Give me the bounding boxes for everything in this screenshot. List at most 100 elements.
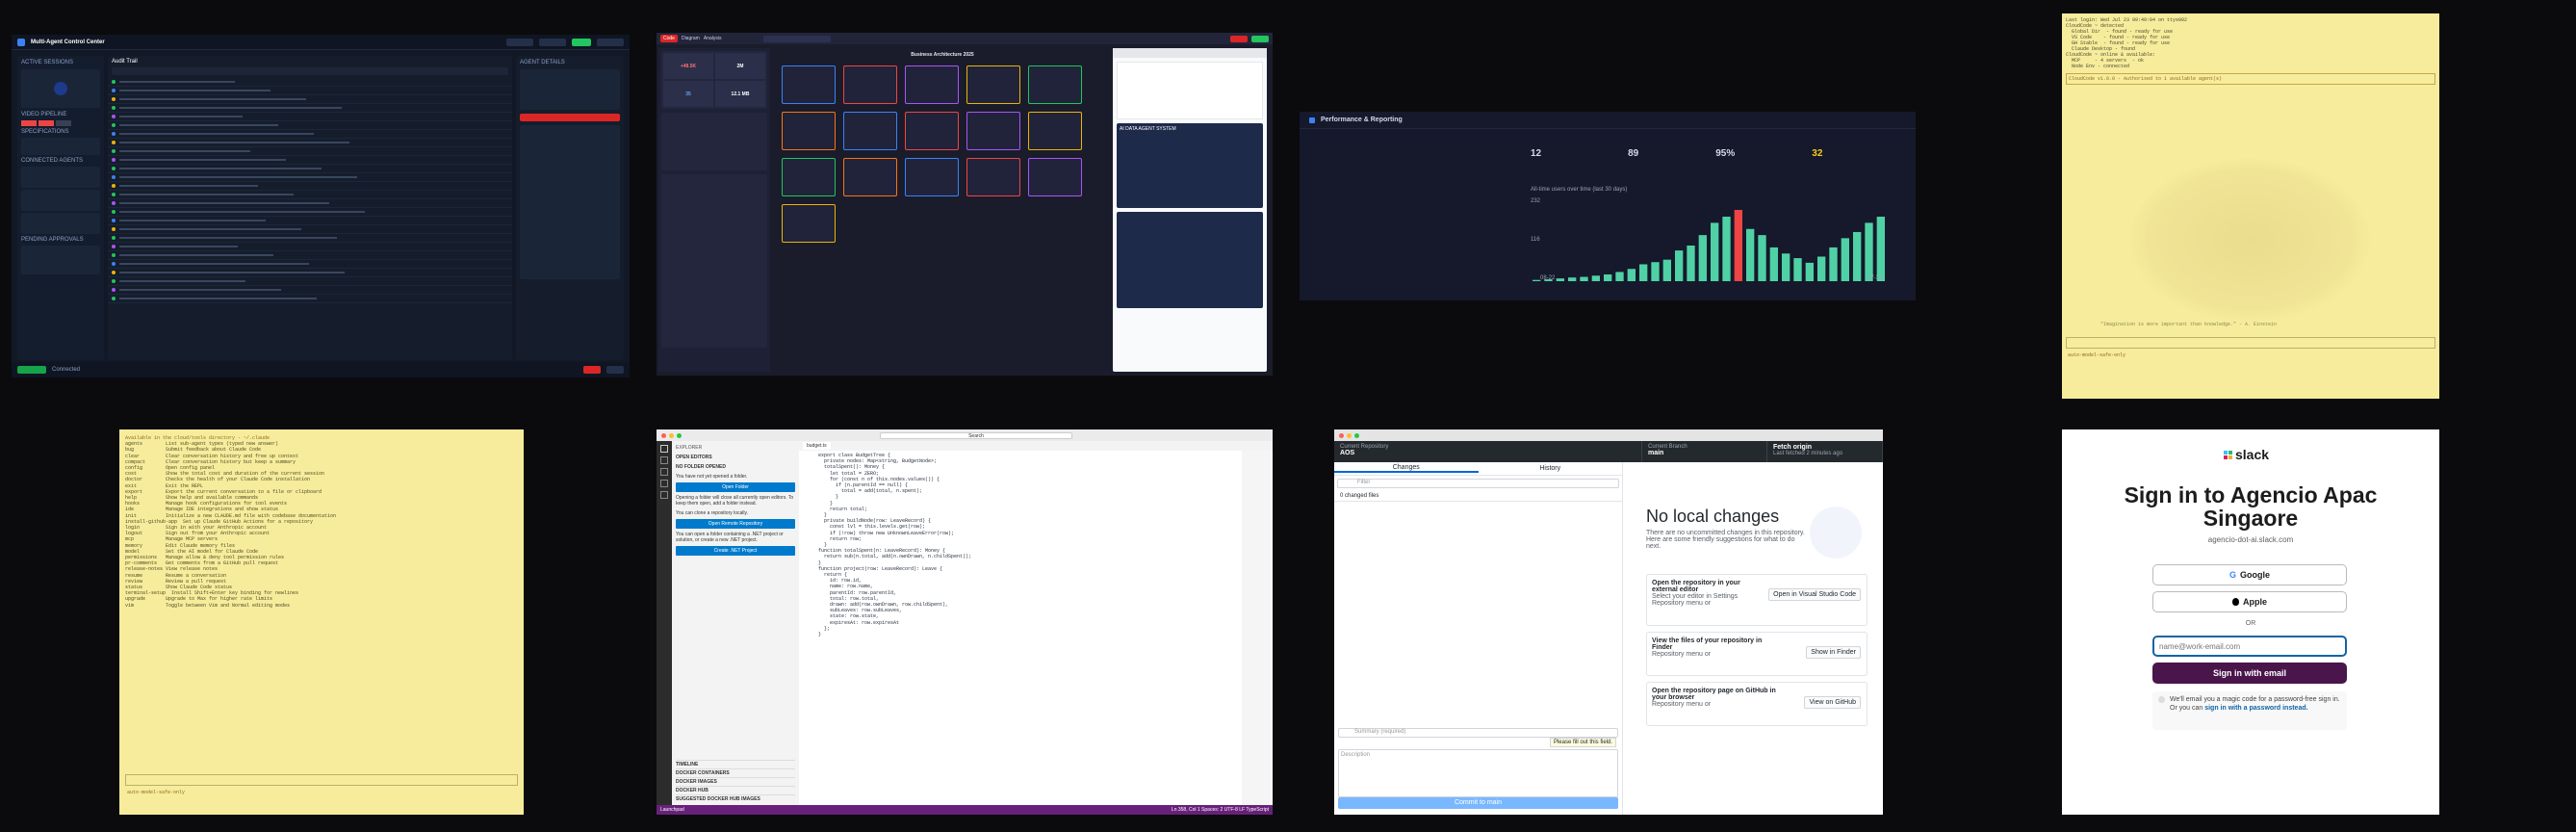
- log-row[interactable]: [108, 191, 512, 199]
- architecture-node[interactable]: [966, 112, 1020, 150]
- open-folder-button[interactable]: Open Folder: [676, 482, 795, 492]
- log-row[interactable]: [108, 277, 512, 286]
- alert-button[interactable]: [520, 114, 620, 121]
- status-info[interactable]: Ln 358, Col 1 Spaces: 2 UTF-8 LF TypeScr…: [1172, 807, 1269, 813]
- sidebar-section[interactable]: DOCKER IMAGES: [676, 777, 795, 786]
- tab[interactable]: Diagram: [682, 36, 700, 41]
- log-row[interactable]: [108, 78, 512, 87]
- search-input[interactable]: [763, 35, 832, 42]
- current-branch[interactable]: Current Branch main: [1642, 441, 1767, 462]
- editor-area[interactable]: budget.ts export class BudgetTree { priv…: [799, 441, 1273, 805]
- status-branch[interactable]: Launchpad: [660, 807, 684, 813]
- stop-button[interactable]: [583, 366, 601, 374]
- log-row[interactable]: [108, 217, 512, 225]
- open-remote-button[interactable]: Open Remote Repository: [676, 519, 795, 529]
- tab-history[interactable]: History: [1479, 465, 1623, 472]
- log-row[interactable]: [108, 260, 512, 269]
- log-row[interactable]: [108, 121, 512, 130]
- log-row[interactable]: [108, 269, 512, 277]
- architecture-node[interactable]: [966, 65, 1020, 104]
- summary-input[interactable]: Summary (required): [1338, 728, 1618, 738]
- architecture-node[interactable]: [782, 158, 836, 196]
- log-row[interactable]: [108, 87, 512, 95]
- toolbar-button[interactable]: [597, 38, 624, 46]
- log-row[interactable]: [108, 139, 512, 147]
- connect-button[interactable]: [17, 366, 46, 374]
- close-window-icon[interactable]: [661, 432, 666, 438]
- open-editor-button[interactable]: Open in Visual Studio Code: [1768, 588, 1861, 601]
- pause-button[interactable]: [56, 120, 71, 126]
- agent-card[interactable]: [21, 213, 100, 234]
- architecture-node[interactable]: [843, 158, 897, 196]
- architecture-node[interactable]: [966, 158, 1020, 196]
- architecture-node[interactable]: [782, 112, 836, 150]
- password-signin-link[interactable]: sign in with a password instead.: [2204, 705, 2307, 712]
- section-header[interactable]: NO FOLDER OPENED: [676, 464, 795, 470]
- command-center-search[interactable]: Search: [880, 431, 1072, 439]
- log-row[interactable]: [108, 208, 512, 217]
- current-repository[interactable]: Current Repository AOS: [1334, 441, 1642, 462]
- fetch-origin[interactable]: Fetch origin Last fetched 2 minutes ago: [1767, 441, 1883, 462]
- log-row[interactable]: [108, 104, 512, 113]
- minimize-window-icon[interactable]: [669, 432, 674, 438]
- email-input[interactable]: [2152, 636, 2347, 657]
- architecture-node[interactable]: [905, 65, 959, 104]
- commit-button[interactable]: Commit to main: [1338, 797, 1618, 809]
- architecture-node[interactable]: [1028, 158, 1082, 196]
- sidebar-section[interactable]: DOCKER HUB: [676, 786, 795, 794]
- log-row[interactable]: [108, 251, 512, 260]
- signin-email-button[interactable]: Sign in with email: [2152, 663, 2347, 684]
- log-row[interactable]: [108, 95, 512, 104]
- create-dotnet-button[interactable]: Create .NET Project: [676, 546, 795, 556]
- panel-tabs[interactable]: [1113, 48, 1267, 58]
- explorer-icon[interactable]: [660, 445, 668, 453]
- config-panel[interactable]: [661, 113, 767, 170]
- log-row[interactable]: [108, 113, 512, 121]
- filter-input[interactable]: Filter: [1337, 479, 1619, 488]
- log-row[interactable]: [108, 234, 512, 243]
- agent-card[interactable]: [21, 190, 100, 211]
- close-window-icon[interactable]: [1339, 432, 1344, 438]
- run-debug-icon[interactable]: [660, 480, 668, 487]
- changed-files-count[interactable]: 0 changed files: [1334, 491, 1622, 502]
- description-input[interactable]: Description: [1338, 749, 1618, 797]
- tab-changes[interactable]: Changes: [1334, 464, 1479, 473]
- search-icon[interactable]: [660, 456, 668, 464]
- file-tab[interactable]: budget.ts: [803, 442, 831, 450]
- filter-bar[interactable]: [112, 67, 508, 75]
- architecture-node[interactable]: [1028, 112, 1082, 150]
- log-row[interactable]: [108, 147, 512, 156]
- source-control-icon[interactable]: [660, 468, 668, 476]
- sidebar-section[interactable]: SUGGESTED DOCKER HUB IMAGES: [676, 794, 795, 803]
- session-card[interactable]: [21, 69, 100, 108]
- stop-button[interactable]: [39, 120, 54, 126]
- sidebar-section[interactable]: DOCKER CONTAINERS: [676, 768, 795, 777]
- log-row[interactable]: [108, 199, 512, 208]
- log-row[interactable]: [108, 295, 512, 303]
- agent-list[interactable]: [661, 174, 767, 348]
- architecture-canvas[interactable]: Business Architecture 2025: [774, 48, 1111, 372]
- view-on-github-button[interactable]: View on GitHub: [1804, 696, 1861, 709]
- log-row[interactable]: [108, 130, 512, 139]
- log-row[interactable]: [108, 225, 512, 234]
- prompt-input[interactable]: [125, 774, 518, 786]
- log-row[interactable]: [108, 243, 512, 251]
- log-row[interactable]: [108, 165, 512, 173]
- toolbar-button[interactable]: [539, 38, 566, 46]
- agent-card[interactable]: [21, 167, 100, 188]
- log-row[interactable]: [108, 173, 512, 182]
- architecture-node[interactable]: [1028, 65, 1082, 104]
- tab[interactable]: Analysis: [704, 36, 722, 41]
- log-row[interactable]: [108, 286, 512, 295]
- prompt-input[interactable]: [2066, 337, 2435, 349]
- action-button[interactable]: [606, 366, 624, 374]
- extensions-icon[interactable]: [660, 491, 668, 499]
- architecture-node[interactable]: [905, 158, 959, 196]
- section-header[interactable]: OPEN EDITORS: [676, 455, 795, 460]
- action-button[interactable]: [1230, 35, 1248, 42]
- minimap[interactable]: [1242, 451, 1271, 805]
- minimize-window-icon[interactable]: [1347, 432, 1352, 438]
- record-button[interactable]: [21, 120, 37, 126]
- toolbar-button[interactable]: [506, 38, 533, 46]
- approval-card[interactable]: [21, 246, 100, 274]
